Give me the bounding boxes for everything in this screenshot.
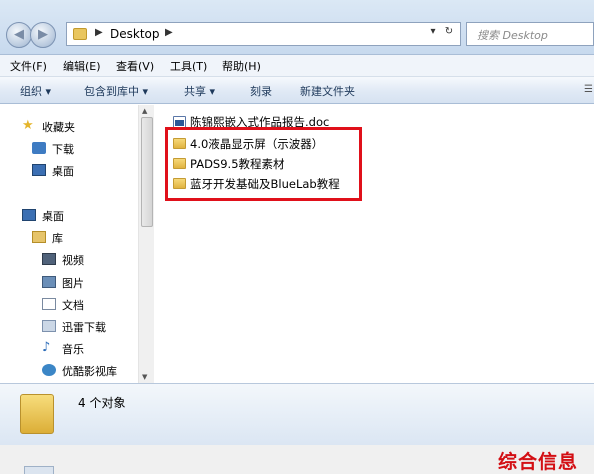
annotation-highlight-box <box>165 127 362 201</box>
burn-button[interactable]: 刻录 <box>250 83 272 99</box>
include-in-library-button[interactable]: 包含到库中 ▾ <box>84 83 148 99</box>
document-icon <box>42 298 56 310</box>
folder-icon <box>20 394 54 434</box>
library-folder-icon <box>42 320 56 332</box>
breadcrumb-chevron-icon[interactable]: ▶ <box>95 27 103 38</box>
search-placeholder: 搜索 Desktop <box>477 29 548 42</box>
address-dropdown-icon[interactable]: ▾ <box>426 26 440 37</box>
back-button[interactable]: ◀ <box>6 22 32 48</box>
details-pane: 4 个对象 <box>0 383 594 445</box>
sidebar-scrollbar[interactable]: ▲ ▼ <box>138 105 154 383</box>
library-icon <box>32 231 46 243</box>
watermark-text: 综合信息 <box>498 451 579 473</box>
navigation-pane: ★ 收藏夹 下载 桌面 桌面 库 视频 图片 文档 迅雷下载 ♪ 音乐 优酷影视… <box>0 105 140 383</box>
menu-view[interactable]: 查看(V) <box>116 58 154 74</box>
desktop-icon <box>32 164 46 176</box>
menu-help[interactable]: 帮助(H) <box>222 58 261 74</box>
refresh-icon[interactable]: ↻ <box>442 26 456 37</box>
menu-file[interactable]: 文件(F) <box>10 58 47 74</box>
back-arrow-icon: ◀ <box>14 27 24 42</box>
scrollbar-thumb[interactable] <box>141 117 153 227</box>
desktop-icon <box>22 209 36 221</box>
youku-icon <box>42 364 56 376</box>
address-field[interactable]: ▶ Desktop ▶ ▾ ↻ <box>66 22 461 46</box>
item-count: 4 个对象 <box>78 396 126 410</box>
video-icon <box>42 253 56 265</box>
music-note-icon: ♪ <box>42 340 51 355</box>
menu-tools[interactable]: 工具(T) <box>170 58 207 74</box>
command-toolbar: 组织 ▾ 包含到库中 ▾ 共享 ▾ 刻录 新建文件夹 ☰ <box>0 77 594 104</box>
taskbar-edge <box>24 466 54 474</box>
folder-icon <box>73 28 87 40</box>
menu-bar: 文件(F) 编辑(E) 查看(V) 工具(T) 帮助(H) <box>0 55 594 77</box>
menu-edit[interactable]: 编辑(E) <box>63 58 101 74</box>
organize-button[interactable]: 组织 ▾ <box>20 83 51 99</box>
download-icon <box>32 142 46 154</box>
new-folder-button[interactable]: 新建文件夹 <box>300 83 355 99</box>
address-bar-area: ◀ ▶ ▶ Desktop ▶ ▾ ↻ 搜索 Desktop <box>0 0 594 55</box>
breadcrumb-desktop[interactable]: Desktop <box>110 27 160 41</box>
star-icon: ★ <box>22 118 34 133</box>
scroll-up-icon[interactable]: ▲ <box>142 107 147 115</box>
breadcrumb-chevron-icon[interactable]: ▶ <box>165 27 173 38</box>
share-button[interactable]: 共享 ▾ <box>184 83 215 99</box>
view-options-icon[interactable]: ☰ <box>584 84 593 95</box>
scroll-down-icon[interactable]: ▼ <box>142 373 147 381</box>
forward-arrow-icon: ▶ <box>38 27 48 42</box>
forward-button[interactable]: ▶ <box>30 22 56 48</box>
search-input[interactable]: 搜索 Desktop <box>466 22 594 46</box>
picture-icon <box>42 276 56 288</box>
